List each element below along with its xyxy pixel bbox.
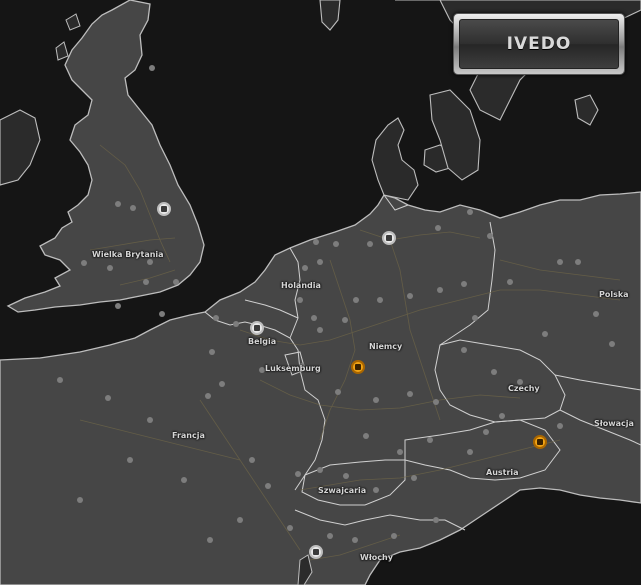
country-label-belgium: Belgia: [248, 337, 277, 346]
country-label-switzerland: Szwajcaria: [318, 486, 367, 495]
map-view[interactable]: Wielka Brytania Holandia Belgia Luksembu…: [0, 0, 641, 585]
baltic-island: [574, 94, 599, 126]
country-label-czech: Czechy: [508, 384, 540, 393]
garage-glyph-icon: [537, 439, 543, 445]
train-station-icon[interactable]: [157, 202, 171, 216]
train-glyph-icon: [386, 235, 392, 241]
country-label-germany: Niemcy: [369, 342, 403, 351]
country-label-netherlands: Holandia: [281, 281, 321, 290]
train-glyph-icon: [254, 325, 260, 331]
great-britain: [6, 0, 205, 313]
map-land: [0, 0, 641, 585]
country-label-france: Francja: [172, 431, 205, 440]
ivedo-button[interactable]: IVEDO: [453, 13, 625, 75]
train-station-icon[interactable]: [382, 231, 396, 245]
country-label-luxembourg: Luksemburg: [265, 364, 321, 373]
train-glyph-icon: [161, 206, 167, 212]
ivedo-button-label: IVEDO: [506, 34, 572, 54]
ivedo-button-face: IVEDO: [459, 19, 619, 69]
country-label-austria: Austria: [486, 468, 519, 477]
country-label-slovakia: Słowacja: [594, 419, 634, 428]
ireland: [0, 109, 41, 186]
country-label-poland: Polska: [599, 290, 629, 299]
train-station-icon[interactable]: [309, 545, 323, 559]
garage-icon[interactable]: [533, 435, 547, 449]
garage-icon[interactable]: [351, 360, 365, 374]
train-station-icon[interactable]: [250, 321, 264, 335]
train-glyph-icon: [313, 549, 319, 555]
country-label-uk: Wielka Brytania: [92, 250, 164, 259]
denmark: [371, 117, 419, 201]
garage-glyph-icon: [355, 364, 361, 370]
country-label-italy: Włochy: [360, 553, 393, 562]
